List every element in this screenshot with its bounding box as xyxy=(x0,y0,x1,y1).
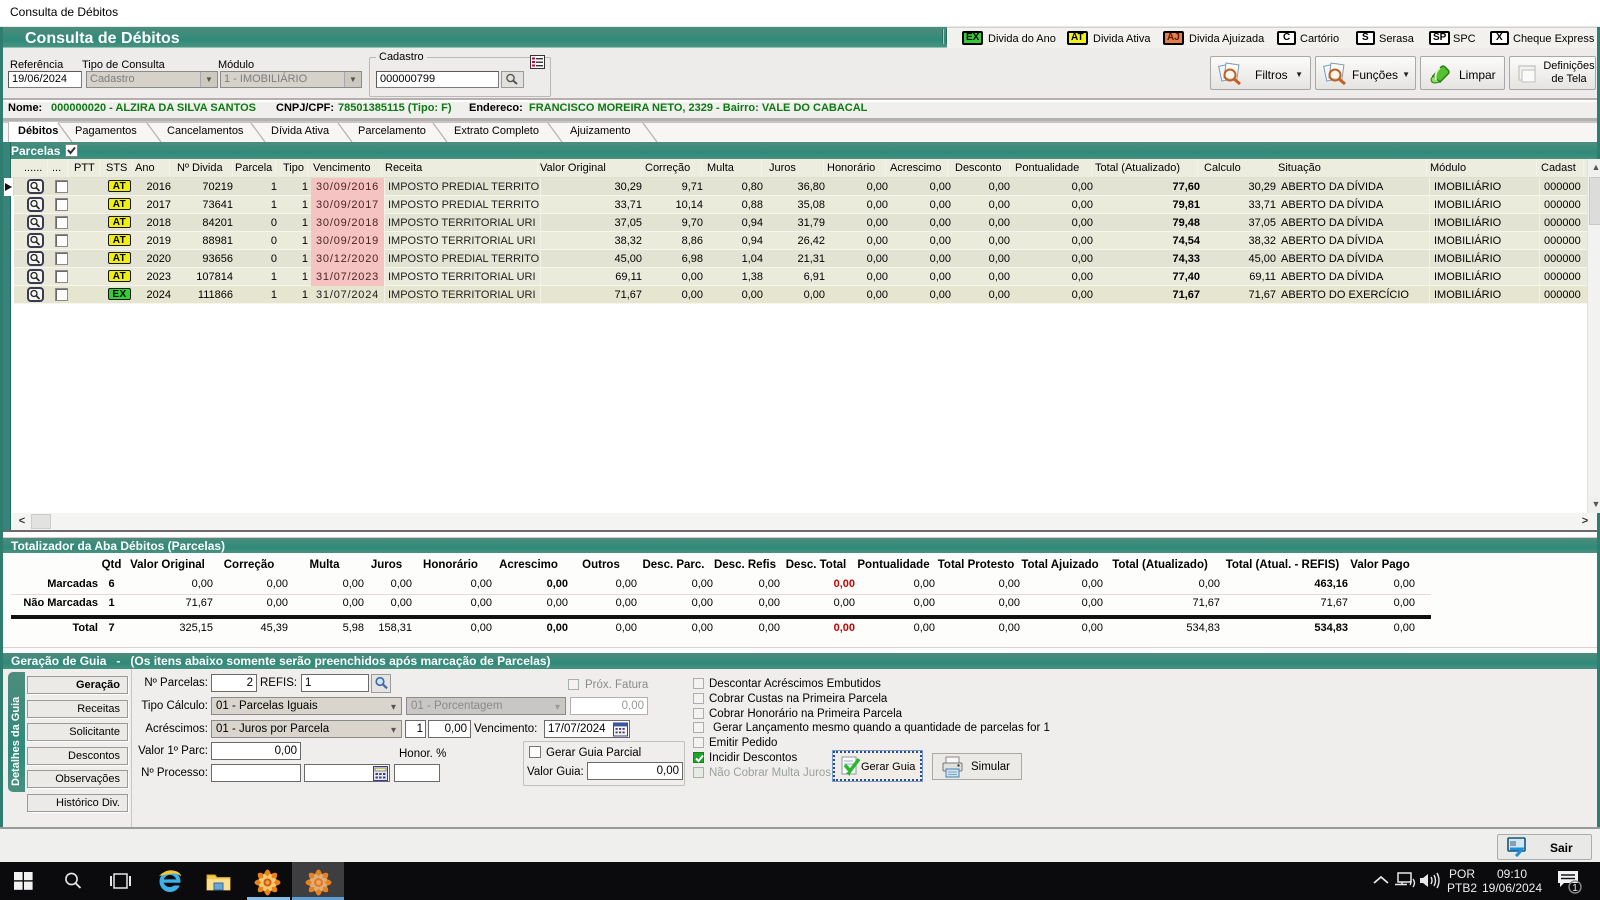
svg-text:1: 1 xyxy=(1572,883,1578,894)
